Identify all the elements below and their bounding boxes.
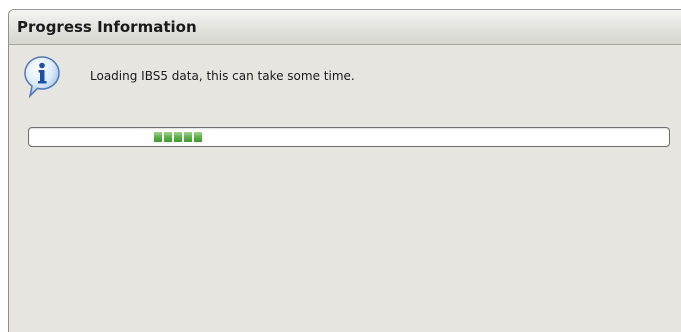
progress-block xyxy=(194,132,202,142)
progress-indicator xyxy=(154,132,202,142)
title-bar[interactable]: Progress Information xyxy=(9,10,681,45)
info-icon xyxy=(23,55,61,99)
window-title: Progress Information xyxy=(17,18,197,36)
dialog-content: Loading IBS5 data, this can take some ti… xyxy=(9,45,681,332)
progress-dialog: Progress Information Loading IBS5 data, … xyxy=(8,9,681,332)
progress-block xyxy=(164,132,172,142)
progress-block xyxy=(184,132,192,142)
status-message: Loading IBS5 data, this can take some ti… xyxy=(90,69,355,83)
progress-block xyxy=(174,132,182,142)
progress-block xyxy=(154,132,162,142)
progress-bar xyxy=(28,127,670,147)
